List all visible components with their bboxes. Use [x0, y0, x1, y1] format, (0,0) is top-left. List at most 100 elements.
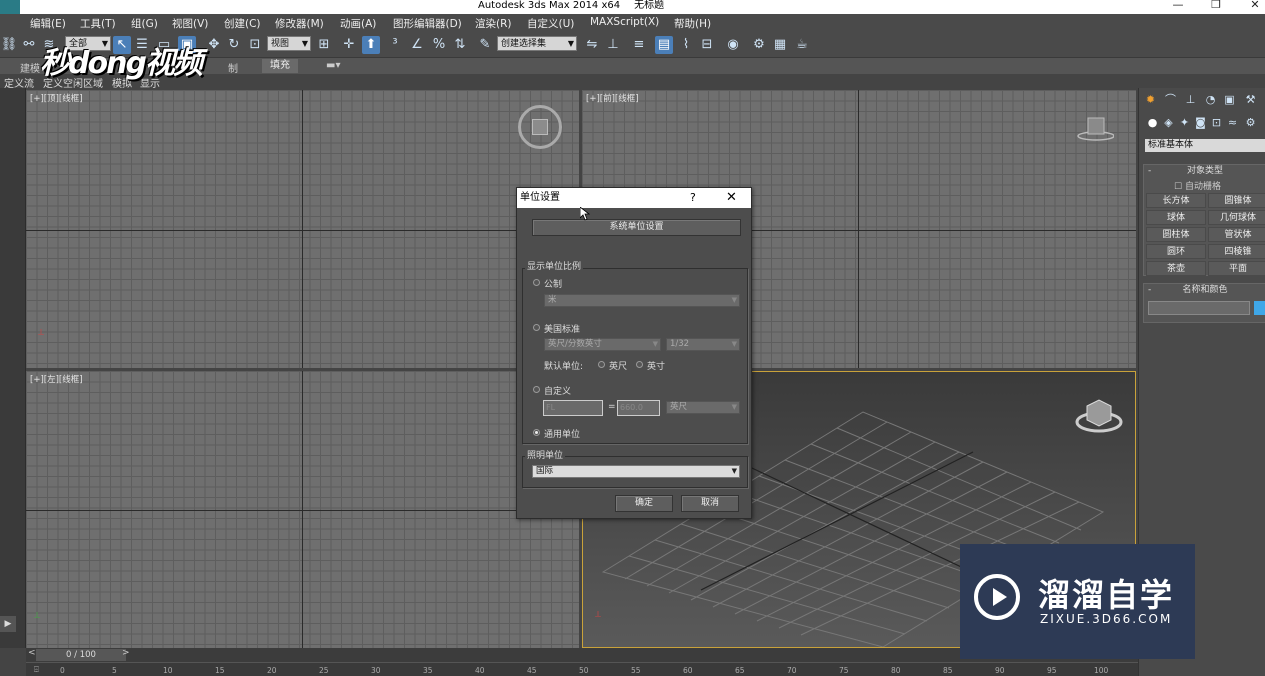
- tube-button[interactable]: 管状体: [1208, 227, 1265, 242]
- cone-button[interactable]: 圆锥体: [1208, 193, 1265, 208]
- system-unit-setup-button[interactable]: 系统单位设置: [532, 219, 741, 236]
- menu-create[interactable]: 创建(C): [224, 16, 261, 31]
- time-slider[interactable]: 0 / 100: [36, 649, 126, 661]
- object-color-swatch[interactable]: [1254, 301, 1265, 315]
- spinner-snap-icon[interactable]: ⇅: [451, 36, 469, 54]
- ribbon-options-icon[interactable]: ▬▾: [326, 60, 340, 71]
- custom-unit-select[interactable]: 英尺 ▼: [666, 401, 740, 414]
- create-tab-icon[interactable]: ✹: [1143, 92, 1158, 107]
- dialog-title-bar[interactable]: 单位设置 ? ✕: [517, 188, 751, 208]
- curve-editor-mini-icon[interactable]: ⌹: [34, 665, 39, 675]
- menu-rendering[interactable]: 渲染(R): [475, 16, 512, 31]
- category-dropdown[interactable]: 标准基本体: [1145, 139, 1265, 152]
- snaps-toggle-icon[interactable]: ³: [386, 36, 404, 54]
- menu-modifiers[interactable]: 修改器(M): [275, 16, 324, 31]
- display-tab-icon[interactable]: ▣: [1222, 92, 1237, 107]
- systems-icon[interactable]: ⚙: [1243, 115, 1258, 130]
- select-manipulate-icon[interactable]: ✛: [340, 36, 358, 54]
- next-frame-icon[interactable]: >: [122, 648, 130, 658]
- menu-tools[interactable]: 工具(T): [80, 16, 116, 31]
- torus-button[interactable]: 圆环: [1146, 244, 1206, 259]
- autogrid-checkbox[interactable]: ☐ 自动栅格: [1174, 179, 1221, 192]
- menu-animation[interactable]: 动画(A): [340, 16, 376, 31]
- cancel-button[interactable]: 取消: [681, 495, 739, 512]
- viewport-top[interactable]: [+][顶][线框] ⟂: [26, 90, 579, 368]
- schematic-view-icon[interactable]: ⊟: [698, 36, 716, 54]
- menu-graph-editors[interactable]: 图形编辑器(D): [393, 16, 462, 31]
- menu-help[interactable]: 帮助(H): [674, 16, 711, 31]
- cylinder-button[interactable]: 圆柱体: [1146, 227, 1206, 242]
- metric-unit-select[interactable]: 米 ▼: [544, 294, 740, 307]
- app-icon[interactable]: [0, 0, 20, 14]
- menu-edit[interactable]: 编辑(E): [30, 16, 66, 31]
- metric-radio[interactable]: [533, 279, 540, 286]
- lights-icon[interactable]: ✦: [1177, 115, 1192, 130]
- named-selection-dropdown[interactable]: 创建选择集 ▼: [497, 36, 577, 51]
- feet-radio[interactable]: [598, 361, 605, 368]
- ribbon-tab-modeling[interactable]: 建模: [20, 60, 40, 75]
- utilities-tab-icon[interactable]: ⚒: [1243, 92, 1258, 107]
- generic-units-radio[interactable]: [533, 429, 540, 436]
- menu-views[interactable]: 视图(V): [172, 16, 208, 31]
- prev-frame-icon[interactable]: <: [28, 648, 36, 658]
- viewcube-icon[interactable]: [1073, 392, 1125, 436]
- menu-customize[interactable]: 自定义(U): [527, 16, 574, 31]
- hierarchy-tab-icon[interactable]: ⊥: [1183, 92, 1198, 107]
- menu-group[interactable]: 组(G): [131, 16, 158, 31]
- select-rotate-icon[interactable]: ↻: [225, 36, 243, 54]
- geosphere-button[interactable]: 几何球体: [1208, 210, 1265, 225]
- rendered-frame-icon[interactable]: ▦: [771, 36, 789, 54]
- viewport-label[interactable]: [+][前][线框]: [586, 92, 639, 104]
- sphere-button[interactable]: 球体: [1146, 210, 1206, 225]
- teapot-button[interactable]: 茶壶: [1146, 261, 1206, 276]
- help-button[interactable]: ?: [690, 188, 696, 208]
- plane-button[interactable]: 平面: [1208, 261, 1265, 276]
- select-scale-icon[interactable]: ⊡: [246, 36, 264, 54]
- select-move-icon[interactable]: ✥: [205, 36, 223, 54]
- percent-snap-icon[interactable]: %: [430, 36, 448, 54]
- geometry-icon[interactable]: ●: [1145, 115, 1160, 130]
- object-name-input[interactable]: [1148, 301, 1250, 315]
- viewport-label[interactable]: [+][顶][线框]: [30, 92, 83, 104]
- reference-coord-dropdown[interactable]: 视图 ▼: [267, 36, 311, 51]
- keyboard-shortcut-toggle-icon[interactable]: ⬆: [362, 36, 380, 54]
- dialog-close-button[interactable]: ✕: [726, 188, 737, 208]
- ok-button[interactable]: 确定: [615, 495, 673, 512]
- track-bar[interactable]: ⌹ 0 5 10 15 20 25 30 35 40 45 50 55 60 6…: [26, 662, 1138, 676]
- viewport-label[interactable]: [+][左][线框]: [30, 373, 83, 385]
- viewcube-ring-icon[interactable]: [518, 105, 562, 149]
- modify-tab-icon[interactable]: ⌒: [1163, 92, 1178, 107]
- ribbon-tab-draw[interactable]: 制: [228, 60, 238, 75]
- edit-named-selection-icon[interactable]: ✎: [476, 36, 494, 54]
- layer-manager-icon[interactable]: ≡: [630, 36, 648, 54]
- us-unit-select[interactable]: 英尺/分数英寸 ▼: [544, 338, 661, 351]
- link-icon[interactable]: ⛓: [0, 36, 18, 54]
- spacewarps-icon[interactable]: ≈: [1225, 115, 1240, 130]
- fraction-select[interactable]: 1/32 ▼: [666, 338, 740, 351]
- graphite-ribbon-icon[interactable]: ▤: [655, 36, 673, 54]
- inches-radio[interactable]: [636, 361, 643, 368]
- lighting-units-select[interactable]: 国际 ▼: [532, 465, 740, 478]
- maximize-button[interactable]: ❐: [1206, 0, 1226, 11]
- cameras-icon[interactable]: ◙: [1193, 115, 1208, 130]
- play-icon[interactable]: ▶: [0, 616, 16, 632]
- close-window-button[interactable]: ✕: [1245, 0, 1265, 11]
- menu-maxscript[interactable]: MAXScript(X): [590, 16, 659, 28]
- custom-value-input[interactable]: 660.0: [617, 400, 660, 416]
- motion-tab-icon[interactable]: ◔: [1203, 92, 1218, 107]
- viewport-left[interactable]: [+][左][线框] ⟂: [26, 371, 579, 648]
- material-editor-icon[interactable]: ◉: [724, 36, 742, 54]
- rollout-header[interactable]: - 对象类型: [1144, 165, 1265, 177]
- render-production-icon[interactable]: ☕: [793, 36, 811, 54]
- helpers-icon[interactable]: ⊡: [1209, 115, 1224, 130]
- pivot-center-icon[interactable]: ⊞: [315, 36, 333, 54]
- custom-name-input[interactable]: FL: [543, 400, 603, 416]
- angle-snap-icon[interactable]: ∠: [408, 36, 426, 54]
- align-icon[interactable]: ⊥: [604, 36, 622, 54]
- viewcube-icon[interactable]: [1074, 114, 1114, 142]
- custom-radio[interactable]: [533, 386, 540, 393]
- rollout-header[interactable]: - 名称和颜色: [1144, 284, 1265, 296]
- curve-editor-icon[interactable]: ⌇: [677, 36, 695, 54]
- mirror-icon[interactable]: ⇋: [583, 36, 601, 54]
- us-standard-radio[interactable]: [533, 324, 540, 331]
